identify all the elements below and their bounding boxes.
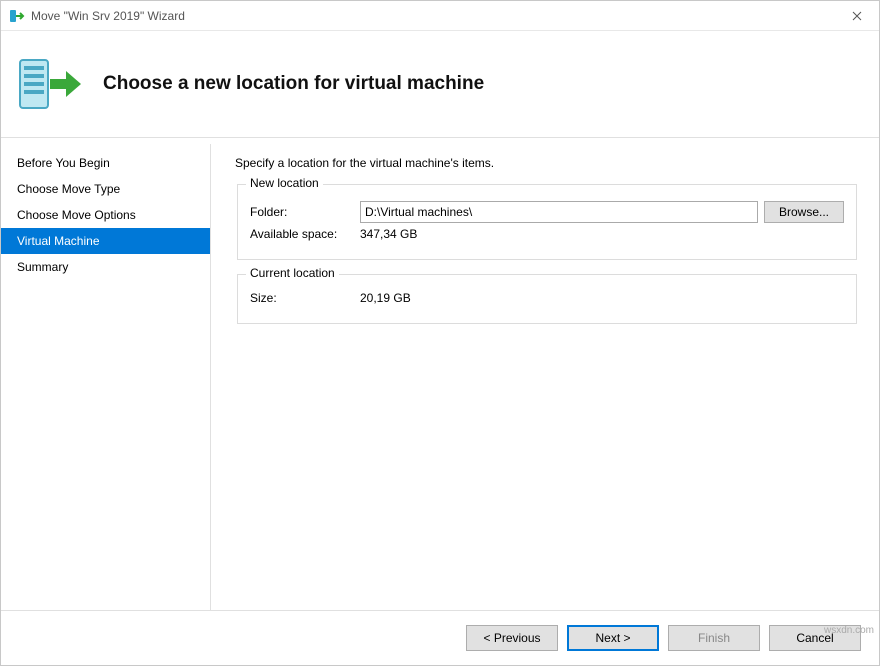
size-value: 20,19 GB (360, 291, 411, 305)
content-pane: Specify a location for the virtual machi… (211, 144, 879, 610)
sidebar: Before You Begin Choose Move Type Choose… (1, 144, 211, 610)
wizard-body: Before You Begin Choose Move Type Choose… (1, 138, 879, 610)
titlebar: Move "Win Srv 2019" Wizard (1, 1, 879, 31)
server-move-icon (15, 49, 85, 119)
watermark: wsxdn.com (824, 625, 874, 636)
available-space-label: Available space: (250, 227, 360, 241)
sidebar-item-virtual-machine[interactable]: Virtual Machine (1, 228, 210, 254)
instruction-text: Specify a location for the virtual machi… (235, 156, 859, 170)
group-title-new-location: New location (246, 176, 323, 190)
folder-input[interactable] (360, 201, 758, 223)
wizard-footer: < Previous Next > Finish Cancel (1, 610, 879, 665)
app-icon (9, 8, 25, 24)
sidebar-item-choose-move-type[interactable]: Choose Move Type (1, 176, 210, 202)
previous-button[interactable]: < Previous (466, 625, 558, 651)
size-label: Size: (250, 291, 360, 305)
page-title: Choose a new location for virtual machin… (103, 73, 484, 95)
wizard-window: Move "Win Srv 2019" Wizard Choose a new … (0, 0, 880, 666)
finish-button[interactable]: Finish (668, 625, 760, 651)
wizard-header: Choose a new location for virtual machin… (1, 31, 879, 138)
sidebar-item-summary[interactable]: Summary (1, 254, 210, 280)
group-title-current-location: Current location (246, 266, 339, 280)
sidebar-item-before-you-begin[interactable]: Before You Begin (1, 150, 210, 176)
window-title: Move "Win Srv 2019" Wizard (31, 9, 834, 23)
available-space-value: 347,34 GB (360, 227, 417, 241)
close-button[interactable] (834, 1, 879, 31)
next-button[interactable]: Next > (567, 625, 659, 651)
group-new-location: New location Folder: Browse... Available… (237, 184, 857, 260)
group-current-location: Current location Size: 20,19 GB (237, 274, 857, 324)
folder-label: Folder: (250, 205, 360, 219)
browse-button[interactable]: Browse... (764, 201, 844, 223)
sidebar-item-choose-move-options[interactable]: Choose Move Options (1, 202, 210, 228)
